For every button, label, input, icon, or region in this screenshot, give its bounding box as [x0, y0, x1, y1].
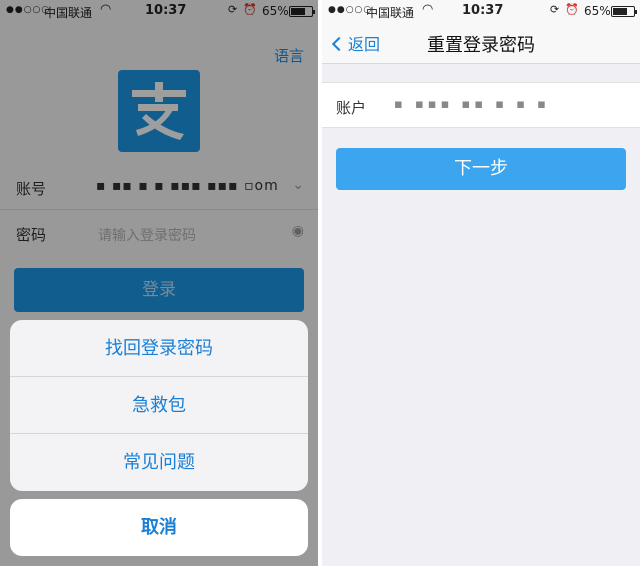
battery-percent: 65% [584, 4, 611, 18]
account-label: 账户 [336, 99, 367, 117]
nav-bar: 返回 重置登录密码 [322, 22, 640, 64]
wifi-icon: ◠ [422, 2, 434, 17]
action-faq[interactable]: 常见问题 [10, 434, 308, 491]
action-first-aid-kit[interactable]: 急救包 [10, 377, 308, 434]
account-value: ▪ ▪▪▪ ▪▪ ▪ ▪ ▪ [394, 97, 550, 112]
battery-icon [611, 6, 637, 17]
status-time: 10:37 [462, 3, 504, 18]
status-bar: ●●○○○ 中国联通 ◠ 10:37 ⟳ ⏰ 65% [322, 0, 640, 22]
action-recover-password[interactable]: 找回登录密码 [10, 320, 308, 377]
login-screen: ●●○○○ 中国联通 ◠ 10:37 ⟳ ⏰ 65% 语言 账号 ▪ ▪▪ ▪ … [0, 0, 318, 566]
action-sheet: 找回登录密码 急救包 常见问题 [10, 320, 308, 491]
cancel-button[interactable]: 取消 [10, 499, 308, 556]
carrier-name: 中国联通 [366, 6, 415, 20]
reset-password-screen: ●●○○○ 中国联通 ◠ 10:37 ⟳ ⏰ 65% 返回 重置登录密码 账户 … [322, 0, 640, 566]
rotation-lock-icon: ⟳ [550, 3, 560, 16]
account-row: 账户 ▪ ▪▪▪ ▪▪ ▪ ▪ ▪ [322, 82, 640, 128]
alarm-icon: ⏰ [565, 3, 579, 16]
page-title: 重置登录密码 [427, 35, 535, 56]
next-step-button[interactable]: 下一步 [336, 148, 626, 190]
